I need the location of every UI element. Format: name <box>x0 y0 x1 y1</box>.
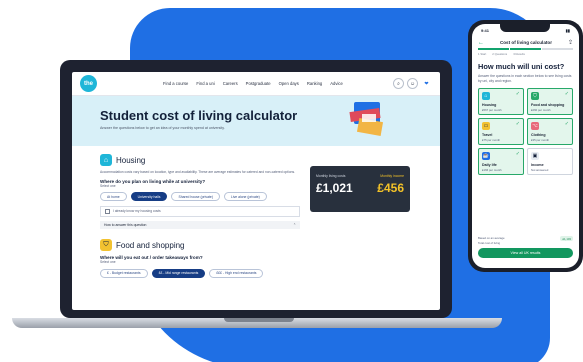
phone-description: Answer the questions in each section bel… <box>478 74 572 83</box>
tile-name: Food and shopping <box>531 103 565 108</box>
phone-header: ← Cost of living calculator ⇪ <box>472 33 579 48</box>
site-logo[interactable]: the <box>80 75 97 92</box>
nav-links: Find a course Find a uni Careers Postgra… <box>163 81 343 86</box>
check-icon: ✓ <box>515 91 520 98</box>
option-budget[interactable]: £ - Budget restaurants <box>100 268 148 278</box>
known-costs-checkbox[interactable] <box>105 209 110 215</box>
category-grid: ⌂ ✓ Housing £567 per month ⛉ ✓ Food and … <box>472 83 579 176</box>
phone-header-title: Cost of living calculator <box>499 40 553 45</box>
housing-title: Housing <box>116 155 146 165</box>
nav-link-careers[interactable]: Careers <box>223 81 238 86</box>
food-title: Food and shopping <box>116 240 185 250</box>
nav-link-postgraduate[interactable]: Postgraduate <box>246 81 271 86</box>
page-subtitle: Answer the questions below to get an ide… <box>100 126 225 130</box>
user-icon[interactable]: ☺ <box>407 78 418 89</box>
tile-clothing[interactable]: ⌥ ✓ Clothing £35 per month <box>527 118 573 146</box>
phone-question: How much will uni cost? <box>478 62 565 71</box>
tile-name: Travel <box>482 133 493 138</box>
known-costs-checkbox-row[interactable]: I already know my housing costs <box>100 206 300 218</box>
basket-icon: ⛉ <box>531 92 539 101</box>
living-costs-label: Monthly living costs <box>316 174 346 178</box>
shirt-icon: ⌥ <box>531 122 539 131</box>
footer-value: Total cost of living <box>478 241 501 245</box>
laptop-screen: the Find a course Find a uni Careers Pos… <box>72 72 440 310</box>
tile-daily-life[interactable]: ☕ ✓ Daily life £166 per month <box>478 148 524 176</box>
food-hint: Select one <box>100 260 116 265</box>
check-icon: ✓ <box>564 91 569 98</box>
tile-value: £166 per month <box>482 168 502 173</box>
nav-icons: ⌕ ☺ ❤ <box>393 78 432 89</box>
phone-screen: 9:41 ▮▮ ← Cost of living calculator ⇪ 1 … <box>472 24 579 268</box>
option-at-home[interactable]: At home <box>100 192 127 202</box>
tile-value: £260 per month <box>531 108 551 113</box>
nav-link-advice[interactable]: Advice <box>330 81 343 86</box>
search-icon[interactable]: ⌕ <box>393 78 404 89</box>
view-results-button[interactable]: View all UK results <box>478 248 573 258</box>
progress-bar <box>472 48 579 50</box>
how-to-answer-accordion[interactable]: How to answer this question ⌃ <box>100 221 300 230</box>
tile-food-and-shopping[interactable]: ⛉ ✓ Food and shopping £260 per month <box>527 88 573 116</box>
tile-value: £567 per month <box>482 108 502 113</box>
option-mid-range[interactable]: ££ - Mid range restaurants <box>151 268 206 278</box>
progress-steps: 1 Start 2 Questions 3 Results <box>472 50 579 58</box>
housing-description: Accommodation costs vary based on locati… <box>100 170 296 174</box>
tile-housing[interactable]: ⌂ ✓ Housing £567 per month <box>478 88 524 116</box>
hero-illustration <box>349 102 384 136</box>
check-icon: ✓ <box>564 121 569 128</box>
tile-value: £35 per month <box>531 138 550 143</box>
house-icon: ⌂ <box>100 154 112 166</box>
hero-banner: Student cost of living calculator Answer… <box>72 96 440 146</box>
laptop-notch <box>224 318 294 322</box>
nav-link-open-days[interactable]: Open days <box>279 81 299 86</box>
house-icon: ⌂ <box>482 92 490 101</box>
coffee-icon: ☕ <box>482 152 490 161</box>
option-high-end[interactable]: £££ - High end restaurants <box>209 268 264 278</box>
option-live-alone[interactable]: Live alone (private) <box>223 192 267 202</box>
option-university-halls[interactable]: University halls <box>130 192 168 202</box>
bus-icon: ▭ <box>482 122 490 131</box>
tile-value: £75 per month <box>482 138 501 143</box>
step-3: 3 Results <box>513 52 525 56</box>
food-options: £ - Budget restaurants ££ - Mid range re… <box>100 268 440 278</box>
nav-link-find-a-course[interactable]: Find a course <box>163 81 188 86</box>
nav-link-ranking[interactable]: Ranking <box>307 81 322 86</box>
heart-icon[interactable]: ❤ <box>421 78 432 89</box>
cost-summary-card: Monthly living costs £1,021 Monthly inco… <box>310 166 410 212</box>
tile-income[interactable]: ▣ Income Not answered <box>527 148 573 176</box>
food-section-header: ⛉ Food and shopping <box>100 239 440 252</box>
step-1: 1 Start <box>478 52 487 56</box>
tile-name: Housing <box>482 103 497 108</box>
back-arrow-icon[interactable]: ← <box>478 40 484 46</box>
status-time: 9:41 <box>481 28 490 33</box>
known-costs-label: I already know my housing costs <box>113 209 161 214</box>
share-icon[interactable]: ⇪ <box>568 39 573 46</box>
tile-travel[interactable]: ▭ ✓ Travel £75 per month <box>478 118 524 146</box>
housing-section-header: ⌂ Housing <box>100 154 440 166</box>
nav-link-find-a-uni[interactable]: Find a uni <box>196 81 214 86</box>
check-icon: ✓ <box>515 151 520 158</box>
tile-value: Not answered <box>531 168 549 173</box>
living-costs-value: £1,021 <box>316 181 353 195</box>
accordion-label: How to answer this question <box>104 223 147 228</box>
tile-name: Clothing <box>531 133 546 138</box>
check-icon: ✓ <box>515 121 520 128</box>
basket-icon: ⛉ <box>100 239 112 252</box>
site-nav: the Find a course Find a uni Careers Pos… <box>72 72 440 96</box>
income-value: £456 <box>377 181 404 195</box>
phone-footer: Based on an average £1,103 Total cost of… <box>472 236 579 258</box>
footer-total-tag: £1,103 <box>560 236 573 241</box>
chevron-up-icon: ⌃ <box>293 223 296 228</box>
tile-name: Daily life <box>482 163 497 168</box>
option-shared-house[interactable]: Shared house (private) <box>171 192 220 202</box>
wallet-icon: ▣ <box>531 152 539 161</box>
phone-notch <box>500 24 550 32</box>
page-title: Student cost of living calculator <box>100 108 298 123</box>
battery-icon: ▮▮ <box>565 28 570 33</box>
calculator-content: ⌂ Housing Accommodation costs vary based… <box>72 146 440 278</box>
income-label: Monthly income <box>380 174 404 178</box>
step-2: 2 Questions <box>492 52 508 56</box>
tile-name: Income <box>531 163 544 168</box>
